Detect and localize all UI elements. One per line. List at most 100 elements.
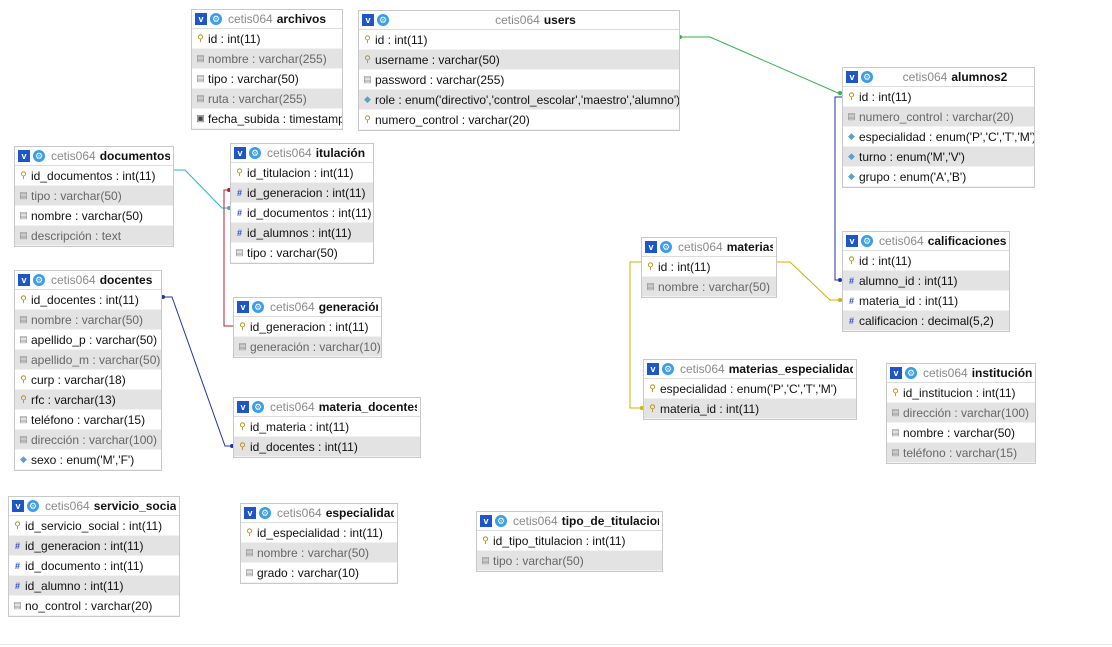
column-row[interactable]: ▤ tipo : varchar(50) bbox=[231, 243, 373, 263]
column-row[interactable]: ⚲ id_institucion : int(11) bbox=[887, 383, 1035, 403]
column-row[interactable]: ▣ fecha_subida : timestamp bbox=[192, 109, 342, 129]
column-row[interactable]: ⚲ materia_id : int(11) bbox=[644, 399, 856, 419]
column-row[interactable]: ⚲ id_documentos : int(11) bbox=[15, 166, 173, 186]
table-docentes[interactable]: v ⚙ cetis064 docentes ⚲ id_docentes : int(11)… bbox=[14, 270, 162, 471]
collapse-toggle-icon[interactable]: v bbox=[846, 71, 858, 83]
column-row[interactable]: ⚲ id_materia : int(11) bbox=[234, 417, 420, 437]
column-row[interactable]: ⚲ numero_control : varchar(20) bbox=[359, 110, 679, 130]
table-options-gear-icon[interactable]: ⚙ bbox=[905, 367, 917, 379]
column-row[interactable]: ▤ dirección : varchar(100) bbox=[15, 430, 161, 450]
column-row[interactable]: ⚲ rfc : varchar(13) bbox=[15, 390, 161, 410]
table-users[interactable]: v ⚙ cetis064 users ⚲ id : int(11) ⚲ username : … bbox=[358, 10, 680, 131]
table-header[interactable]: v ⚙ cetis064 documentos bbox=[15, 147, 173, 166]
column-row[interactable]: ⚲ id : int(11) bbox=[642, 257, 776, 277]
column-row[interactable]: ▤ teléfono : varchar(15) bbox=[15, 410, 161, 430]
column-row[interactable]: # id_documento : int(11) bbox=[9, 556, 179, 576]
column-row[interactable]: ⚲ id_servicio_social : int(11) bbox=[9, 516, 179, 536]
column-row[interactable]: ▤ nombre : varchar(50) bbox=[241, 543, 397, 563]
table-header[interactable]: v ⚙ cetis064 tipo_de_titulacion bbox=[477, 512, 662, 531]
table-titulacion[interactable]: v ⚙ cetis064 itulación ⚲ id_titulacion : int(… bbox=[230, 143, 374, 264]
column-row[interactable]: ▤ numero_control : varchar(20) bbox=[843, 107, 1034, 127]
column-row[interactable]: ▤ descripción : text bbox=[15, 226, 173, 246]
column-row[interactable]: # calificacion : decimal(5,2) bbox=[843, 311, 1009, 331]
column-row[interactable]: # id_alumnos : int(11) bbox=[231, 223, 373, 243]
column-row[interactable]: ◆ turno : enum('M','V') bbox=[843, 147, 1034, 167]
column-row[interactable]: ⚲ id_generacion : int(11) bbox=[234, 317, 381, 337]
table-header[interactable]: v ⚙ cetis064 users bbox=[359, 11, 679, 30]
column-row[interactable]: ▤ nombre : varchar(50) bbox=[887, 423, 1035, 443]
collapse-toggle-icon[interactable]: v bbox=[237, 301, 249, 313]
table-generacion[interactable]: v ⚙ cetis064 generación ⚲ id_generacion : int… bbox=[233, 297, 382, 358]
column-row[interactable]: ⚲ id : int(11) bbox=[192, 29, 342, 49]
table-servicio-social[interactable]: v ⚙ cetis064 servicio_social ⚲ id_servicio_so… bbox=[8, 496, 180, 617]
table-header[interactable]: v ⚙ cetis064 materias bbox=[642, 238, 776, 257]
column-row[interactable]: ⚲ id : int(11) bbox=[843, 87, 1034, 107]
table-options-gear-icon[interactable]: ⚙ bbox=[33, 150, 45, 162]
collapse-toggle-icon[interactable]: v bbox=[846, 235, 858, 247]
column-row[interactable]: ⚲ especialidad : enum('P','C','T','M') bbox=[644, 379, 856, 399]
column-row[interactable]: ▤ dirección : varchar(100) bbox=[887, 403, 1035, 423]
column-row[interactable]: ▤ no_control : varchar(20) bbox=[9, 596, 179, 616]
column-row[interactable]: ◆ role : enum('directivo','control_escola… bbox=[359, 90, 679, 110]
collapse-toggle-icon[interactable]: v bbox=[244, 507, 256, 519]
table-options-gear-icon[interactable]: ⚙ bbox=[252, 401, 264, 413]
collapse-toggle-icon[interactable]: v bbox=[195, 13, 207, 25]
column-row[interactable]: ▤ ruta : varchar(255) bbox=[192, 89, 342, 109]
table-tipo-de-titulacion[interactable]: v ⚙ cetis064 tipo_de_titulacion ⚲ id_tipo_tit… bbox=[476, 511, 663, 572]
table-documentos[interactable]: v ⚙ cetis064 documentos ⚲ id_documentos : int… bbox=[14, 146, 174, 247]
column-row[interactable]: ▤ password : varchar(255) bbox=[359, 70, 679, 90]
column-row[interactable]: ⚲ username : varchar(50) bbox=[359, 50, 679, 70]
collapse-toggle-icon[interactable]: v bbox=[237, 401, 249, 413]
table-options-gear-icon[interactable]: ⚙ bbox=[249, 147, 261, 159]
table-materia-docentes[interactable]: v ⚙ cetis064 materia_docentes ⚲ id_materia : … bbox=[233, 397, 421, 458]
table-options-gear-icon[interactable]: ⚙ bbox=[259, 507, 271, 519]
column-row[interactable]: ▤ generación : varchar(10) bbox=[234, 337, 381, 357]
table-alumnos2[interactable]: v ⚙ cetis064 alumnos2 ⚲ id : int(11) ▤ numero_c… bbox=[842, 67, 1035, 188]
collapse-toggle-icon[interactable]: v bbox=[18, 150, 30, 162]
collapse-toggle-icon[interactable]: v bbox=[647, 363, 659, 375]
column-row[interactable]: # id_documentos : int(11) bbox=[231, 203, 373, 223]
collapse-toggle-icon[interactable]: v bbox=[18, 274, 30, 286]
collapse-toggle-icon[interactable]: v bbox=[480, 515, 492, 527]
table-archivos[interactable]: v ⚙ cetis064 archivos ⚲ id : int(11) ▤ nombre :… bbox=[191, 9, 343, 130]
column-row[interactable]: ▤ nombre : varchar(50) bbox=[15, 310, 161, 330]
table-header[interactable]: v ⚙ cetis064 itulación bbox=[231, 144, 373, 163]
column-row[interactable]: ▤ tipo : varchar(50) bbox=[192, 69, 342, 89]
column-row[interactable]: # id_generacion : int(11) bbox=[231, 183, 373, 203]
table-header[interactable]: v ⚙ cetis064 institución bbox=[887, 364, 1035, 383]
table-options-gear-icon[interactable]: ⚙ bbox=[252, 301, 264, 313]
table-calificaciones[interactable]: v ⚙ cetis064 calificaciones ⚲ id : int(11) # al… bbox=[842, 231, 1010, 332]
column-row[interactable]: ⚲ id : int(11) bbox=[359, 30, 679, 50]
column-row[interactable]: ⚲ id_tipo_titulacion : int(11) bbox=[477, 531, 662, 551]
table-options-gear-icon[interactable]: ⚙ bbox=[660, 241, 672, 253]
table-options-gear-icon[interactable]: ⚙ bbox=[662, 363, 674, 375]
column-row[interactable]: ▤ tipo : varchar(50) bbox=[15, 186, 173, 206]
collapse-toggle-icon[interactable]: v bbox=[645, 241, 657, 253]
column-row[interactable]: # id_generacion : int(11) bbox=[9, 536, 179, 556]
table-header[interactable]: v ⚙ cetis064 especialidad bbox=[241, 504, 397, 523]
table-header[interactable]: v ⚙ cetis064 servicio_social bbox=[9, 497, 179, 516]
column-row[interactable]: ◆ especialidad : enum('P','C','T','M') bbox=[843, 127, 1034, 147]
table-especialidad[interactable]: v ⚙ cetis064 especialidad ⚲ id_especialidad :… bbox=[240, 503, 398, 584]
table-header[interactable]: v ⚙ cetis064 materia_docentes bbox=[234, 398, 420, 417]
table-options-gear-icon[interactable]: ⚙ bbox=[861, 235, 873, 247]
table-options-gear-icon[interactable]: ⚙ bbox=[377, 14, 389, 26]
column-row[interactable]: # id_alumno : int(11) bbox=[9, 576, 179, 596]
column-row[interactable]: ▤ nombre : varchar(50) bbox=[642, 277, 776, 297]
table-header[interactable]: v ⚙ cetis064 archivos bbox=[192, 10, 342, 29]
column-row[interactable]: ▤ apellido_m : varchar(50) bbox=[15, 350, 161, 370]
table-header[interactable]: v ⚙ cetis064 generación bbox=[234, 298, 381, 317]
column-row[interactable]: ▤ nombre : varchar(255) bbox=[192, 49, 342, 69]
column-row[interactable]: ▤ nombre : varchar(50) bbox=[15, 206, 173, 226]
column-row[interactable]: ⚲ curp : varchar(18) bbox=[15, 370, 161, 390]
table-options-gear-icon[interactable]: ⚙ bbox=[495, 515, 507, 527]
column-row[interactable]: # alumno_id : int(11) bbox=[843, 271, 1009, 291]
column-row[interactable]: ▤ tipo : varchar(50) bbox=[477, 551, 662, 571]
column-row[interactable]: ▤ apellido_p : varchar(50) bbox=[15, 330, 161, 350]
collapse-toggle-icon[interactable]: v bbox=[362, 14, 374, 26]
table-header[interactable]: v ⚙ cetis064 alumnos2 bbox=[843, 68, 1034, 87]
column-row[interactable]: ⚲ id_titulacion : int(11) bbox=[231, 163, 373, 183]
table-options-gear-icon[interactable]: ⚙ bbox=[861, 71, 873, 83]
table-options-gear-icon[interactable]: ⚙ bbox=[33, 274, 45, 286]
column-row[interactable]: ⚲ id_docentes : int(11) bbox=[234, 437, 420, 457]
